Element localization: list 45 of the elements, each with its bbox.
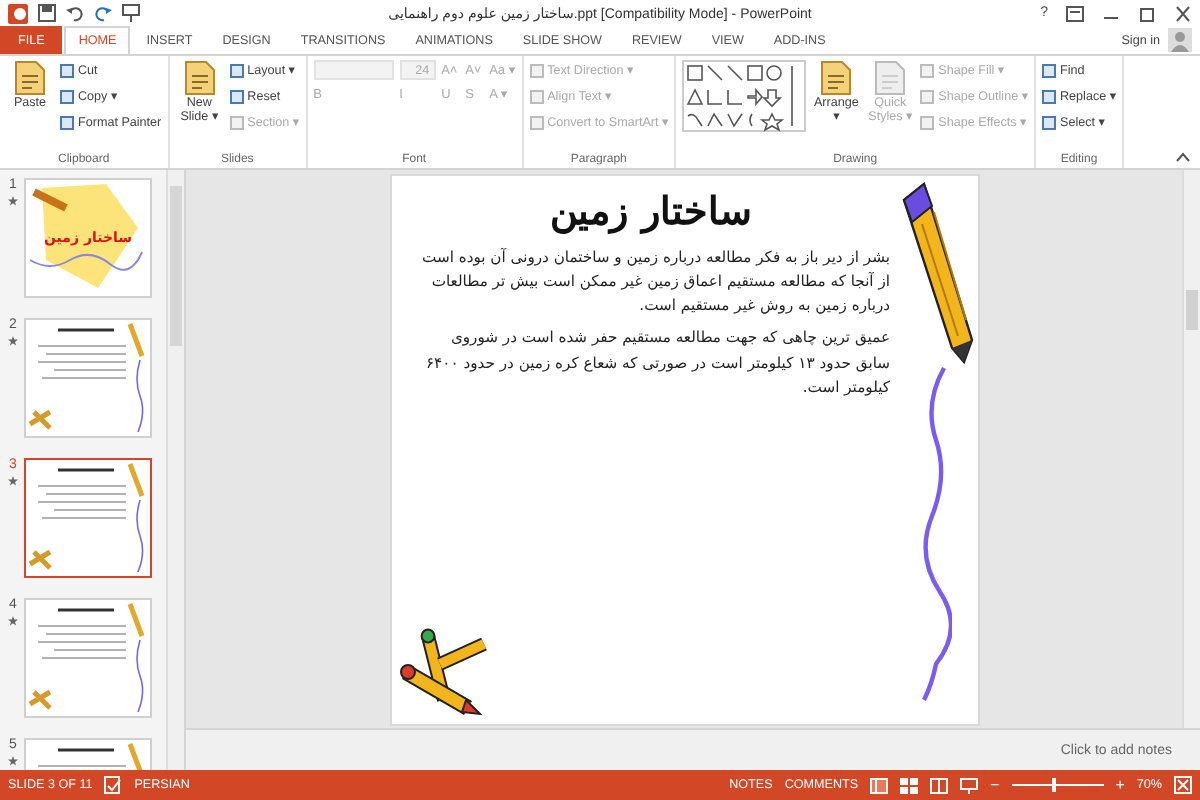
square-icon [529,90,544,104]
square-icon [920,116,935,130]
scrollbar[interactable] [166,170,184,770]
square-icon [229,64,244,78]
star-icon [8,756,18,766]
page-icon [183,60,216,96]
undo-icon[interactable] [66,4,84,22]
square-icon [60,116,74,130]
fit-slide-icon[interactable] [1174,776,1192,794]
slideshow-icon[interactable] [960,777,979,793]
close-icon[interactable] [1174,5,1193,21]
normal-view-icon[interactable] [870,777,889,793]
star-icon [8,476,18,486]
star-icon [8,336,18,346]
star-icon [8,196,18,206]
square-icon [1042,90,1056,104]
redo-icon[interactable] [94,4,112,22]
shapes-gallery-drawing[interactable] [682,60,807,132]
spell-check-icon[interactable] [104,776,123,794]
maximize-icon[interactable] [1138,5,1157,21]
square-icon [60,90,74,104]
zoom-in-button[interactable]: + [1115,776,1125,794]
page-icon [874,60,907,96]
square-icon [229,116,244,130]
slide-title: ساختار زمین [550,188,752,234]
square-icon [60,64,74,78]
square-icon [529,64,544,78]
star-icon [8,616,18,626]
reading-view-icon[interactable] [930,777,949,793]
square-icon [1042,64,1056,78]
grid-view-icon[interactable] [900,777,919,793]
square-icon [920,90,935,104]
save-icon[interactable] [38,4,56,22]
square-icon [920,64,935,78]
square-icon [1042,116,1056,130]
collapse-ribbon-icon[interactable] [1176,152,1190,162]
page-icon [820,60,853,96]
square-icon [229,90,244,104]
presentation-icon[interactable] [122,4,140,22]
ribbon-display-icon[interactable] [1066,5,1085,21]
square-icon [529,116,544,130]
scrollbar[interactable] [1182,170,1200,728]
zoom-out-button[interactable]: − [990,776,1000,794]
slide-thumbnail[interactable] [24,458,152,578]
page-icon [14,60,46,96]
